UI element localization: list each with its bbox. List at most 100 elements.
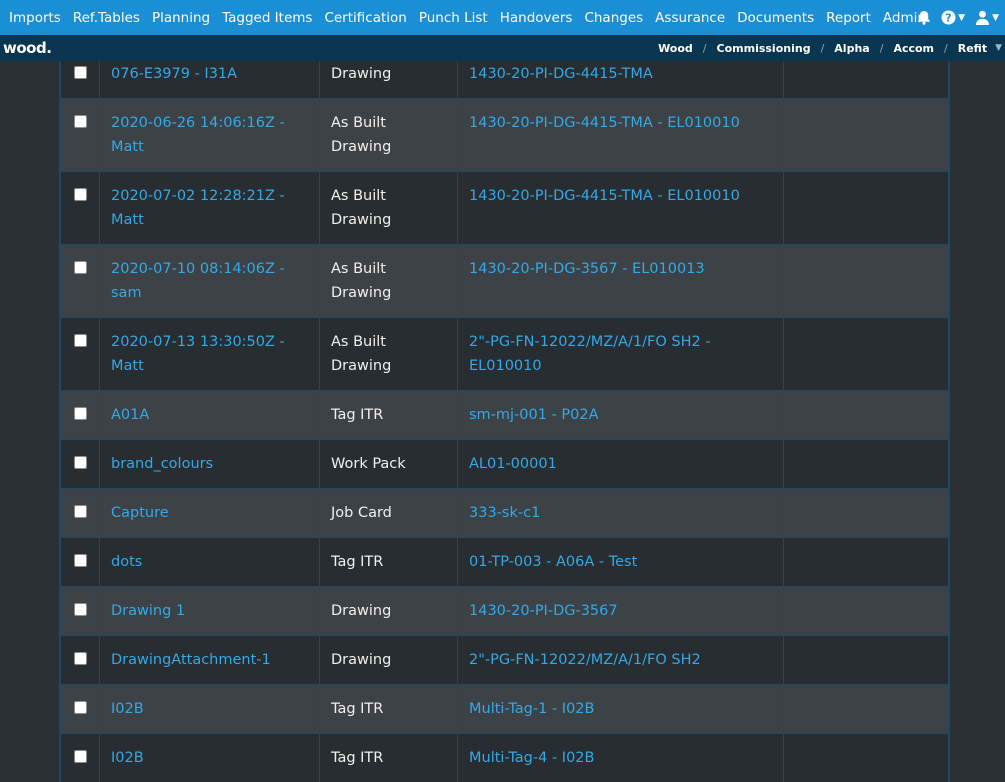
row-select-cell — [60, 244, 100, 318]
breadcrumb-accom[interactable]: Accom — [891, 42, 936, 55]
reference-cell: Multi-Tag-1 - I02B — [457, 684, 784, 734]
reference-link[interactable]: 2"-PG-FN-12022/MZ/A/1/FO SH2 - EL010010 — [469, 334, 711, 374]
breadcrumb-separator: / — [944, 41, 948, 55]
nav-report[interactable]: Report — [820, 0, 877, 35]
breadcrumb-commissioning[interactable]: Commissioning — [715, 42, 813, 55]
attachment-type: Tag ITR — [331, 407, 384, 423]
table-row: DrawingAttachment-1 Drawing 2"-PG-FN-12022… — [60, 635, 949, 685]
row-checkbox[interactable] — [73, 115, 87, 128]
user-icon[interactable]: ▼ — [975, 10, 999, 25]
attachment-name-link[interactable]: 2020-06-26 14:06:16Z - Matt — [111, 115, 285, 155]
nav-handovers[interactable]: Handovers — [494, 0, 579, 35]
wood-logo[interactable]: wood. — [3, 39, 52, 57]
nav-tagged-items[interactable]: Tagged Items — [216, 0, 318, 35]
name-cell: 076-E3979 - I31A — [99, 61, 320, 99]
reference-link[interactable]: 1430-20-PI-DG-3567 — [469, 603, 618, 619]
row-select-cell — [60, 61, 100, 99]
reference-link[interactable]: 333-sk-c1 — [469, 505, 540, 521]
row-checkbox[interactable] — [73, 334, 87, 347]
name-cell: I02B — [99, 733, 320, 782]
row-checkbox[interactable] — [73, 505, 87, 518]
row-checkbox[interactable] — [73, 652, 87, 665]
reference-link[interactable]: 1430-20-PI-DG-4415-TMA - EL010010 — [469, 188, 740, 204]
attachment-name-link[interactable]: A01A — [111, 407, 149, 423]
type-cell: Drawing — [319, 635, 458, 685]
reference-link[interactable]: 1430-20-PI-DG-4415-TMA - EL010010 — [469, 115, 740, 131]
top-navigation-bar: Imports Ref.Tables Planning Tagged Items… — [0, 0, 1005, 35]
nav-punch-list[interactable]: Punch List — [413, 0, 494, 35]
reference-cell: 333-sk-c1 — [457, 488, 784, 538]
nav-documents[interactable]: Documents — [731, 0, 820, 35]
table-row: A01A Tag ITR sm-mj-001 - P02A — [60, 390, 949, 440]
type-cell: As Built Drawing — [319, 317, 458, 391]
type-cell: As Built Drawing — [319, 171, 458, 245]
reference-link[interactable]: Multi-Tag-1 - I02B — [469, 701, 594, 717]
attachment-name-link[interactable]: 2020-07-02 12:28:21Z - Matt — [111, 188, 285, 228]
nav-planning[interactable]: Planning — [146, 0, 216, 35]
type-cell: Work Pack — [319, 439, 458, 489]
nav-assurance[interactable]: Assurance — [649, 0, 731, 35]
nav-imports[interactable]: Imports — [0, 0, 67, 35]
reference-link[interactable]: 1430-20-PI-DG-4415-TMA — [469, 66, 653, 82]
table-row: 2020-07-13 13:30:50Z - Matt As Built Draw… — [60, 317, 949, 391]
reference-link[interactable]: 2"-PG-FN-12022/MZ/A/1/FO SH2 — [469, 652, 701, 668]
reference-link[interactable]: AL01-00001 — [469, 456, 557, 472]
row-checkbox[interactable] — [73, 188, 87, 201]
breadcrumb-alpha[interactable]: Alpha — [832, 42, 871, 55]
attachment-name-link[interactable]: brand_colours — [111, 456, 213, 472]
name-cell: 2020-07-10 08:14:06Z - sam — [99, 244, 320, 318]
extra-cell — [783, 488, 949, 538]
chevron-down-icon[interactable]: ▼ — [995, 43, 1002, 53]
attachment-type: Tag ITR — [331, 750, 384, 766]
name-cell: Drawing 1 — [99, 586, 320, 636]
attachment-name-link[interactable]: I02B — [111, 750, 144, 766]
attachment-name-link[interactable]: Capture — [111, 505, 169, 521]
reference-cell: 01-TP-003 - A06A - Test — [457, 537, 784, 587]
row-checkbox[interactable] — [73, 407, 87, 420]
attachment-name-link[interactable]: 2020-07-13 13:30:50Z - Matt — [111, 334, 285, 374]
row-checkbox[interactable] — [73, 750, 87, 763]
nav-certification[interactable]: Certification — [318, 0, 412, 35]
reference-link[interactable]: 1430-20-PI-DG-3567 - EL010013 — [469, 261, 705, 277]
row-checkbox[interactable] — [73, 554, 87, 567]
attachment-name-link[interactable]: 2020-07-10 08:14:06Z - sam — [111, 261, 285, 301]
breadcrumb: Wood / Commissioning / Alpha / Accom / R… — [656, 35, 1005, 61]
extra-value — [784, 636, 948, 660]
chevron-down-icon: ▼ — [992, 12, 999, 23]
type-cell: Tag ITR — [319, 733, 458, 782]
extra-value — [784, 489, 948, 513]
reference-link[interactable]: Multi-Tag-4 - I02B — [469, 750, 594, 766]
row-select-cell — [60, 390, 100, 440]
reference-link[interactable]: 01-TP-003 - A06A - Test — [469, 554, 637, 570]
row-checkbox[interactable] — [73, 66, 87, 79]
table-row: dots Tag ITR 01-TP-003 - A06A - Test — [60, 537, 949, 587]
attachment-name-link[interactable]: 076-E3979 - I31A — [111, 66, 237, 82]
row-checkbox[interactable] — [73, 701, 87, 714]
attachment-name-link[interactable]: I02B — [111, 701, 144, 717]
row-checkbox[interactable] — [73, 261, 87, 274]
extra-cell — [783, 635, 949, 685]
row-select-cell — [60, 488, 100, 538]
type-cell: Drawing — [319, 586, 458, 636]
name-cell: I02B — [99, 684, 320, 734]
attachment-name-link[interactable]: dots — [111, 554, 142, 570]
attachment-name-link[interactable]: DrawingAttachment-1 — [111, 652, 271, 668]
row-checkbox[interactable] — [73, 456, 87, 469]
breadcrumb-separator: / — [702, 41, 707, 55]
reference-link[interactable]: sm-mj-001 - P02A — [469, 407, 599, 423]
row-checkbox[interactable] — [73, 603, 87, 616]
extra-value — [784, 587, 948, 611]
name-cell: brand_colours — [99, 439, 320, 489]
bell-icon[interactable] — [917, 10, 931, 25]
table-row: 076-E3979 - I31A Drawing 1430-20-PI-DG-441… — [60, 61, 949, 99]
breadcrumb-wood[interactable]: Wood — [656, 42, 695, 55]
extra-value — [784, 172, 948, 196]
attachment-type: Work Pack — [331, 456, 406, 472]
attachment-name-link[interactable]: Drawing 1 — [111, 603, 185, 619]
breadcrumb-refit[interactable]: Refit — [956, 42, 989, 55]
reference-cell: 1430-20-PI-DG-4415-TMA - EL010010 — [457, 171, 784, 245]
nav-ref-tables[interactable]: Ref.Tables — [67, 0, 146, 35]
help-icon[interactable]: ? ▼ — [941, 10, 965, 25]
nav-changes[interactable]: Changes — [578, 0, 649, 35]
extra-value — [784, 734, 948, 758]
